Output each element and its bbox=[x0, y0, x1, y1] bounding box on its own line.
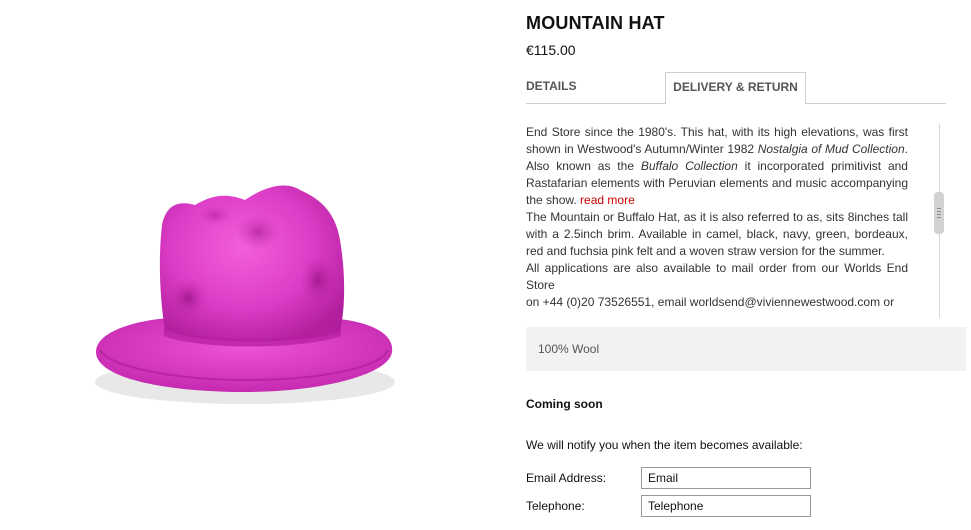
tab-details[interactable]: DETAILS bbox=[526, 72, 665, 103]
grip-line bbox=[937, 214, 941, 215]
product-image bbox=[0, 0, 490, 525]
grip-line bbox=[937, 217, 941, 218]
product-title: MOUNTAIN HAT bbox=[526, 13, 665, 33]
collection-name: Nostalgia of Mud Collection bbox=[757, 142, 905, 156]
grip-line bbox=[937, 211, 941, 212]
read-more-link[interactable]: read more bbox=[580, 193, 635, 207]
email-label: Email Address: bbox=[526, 471, 607, 485]
grip-line bbox=[937, 208, 941, 209]
availability-status: Coming soon bbox=[526, 397, 603, 411]
telephone-label: Telephone: bbox=[526, 499, 585, 513]
email-input[interactable] bbox=[641, 467, 811, 489]
telephone-input[interactable] bbox=[641, 495, 811, 517]
description-paragraph: End Store since the 1980's. This hat, wi… bbox=[526, 124, 908, 209]
description-paragraph: The Mountain or Buffalo Hat, as it is al… bbox=[526, 210, 908, 258]
material-info: 100% Wool bbox=[526, 327, 966, 371]
notify-text: We will notify you when the item becomes… bbox=[526, 438, 803, 452]
product-info: MOUNTAIN HAT €115.00 DETAILS DELIVERY & … bbox=[526, 0, 971, 525]
description-scrollbar-thumb[interactable] bbox=[934, 192, 944, 234]
description-paragraph: on +44 (0)20 73526551, email worldsend@v… bbox=[526, 295, 895, 309]
description-panel[interactable]: End Store since the 1980's. This hat, wi… bbox=[526, 124, 908, 318]
tab-delivery-return[interactable]: DELIVERY & RETURN bbox=[665, 72, 806, 104]
fuchsia-hat-image bbox=[95, 185, 395, 404]
collection-alias: Buffalo Collection bbox=[640, 159, 738, 173]
product-tabs: DETAILS DELIVERY & RETURN bbox=[526, 72, 946, 104]
product-price: €115.00 bbox=[526, 42, 576, 58]
description-paragraph: All applications are also available to m… bbox=[526, 261, 908, 292]
